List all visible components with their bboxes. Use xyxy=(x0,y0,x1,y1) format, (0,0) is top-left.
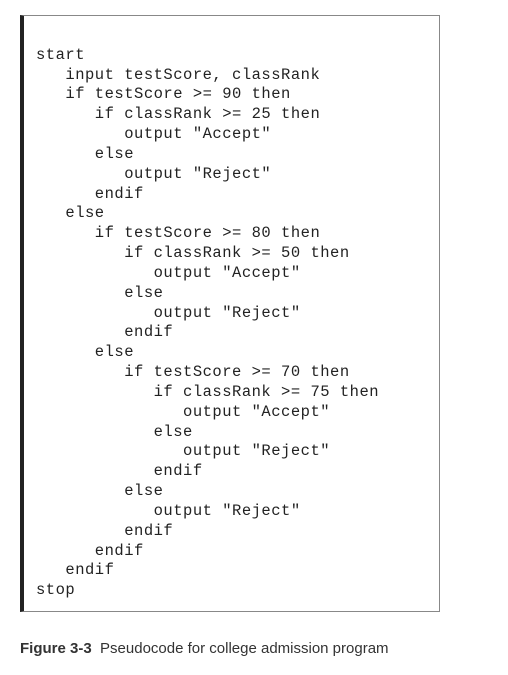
code-line: output "Accept" xyxy=(36,125,271,143)
code-line: else xyxy=(36,423,193,441)
code-line: if testScore >= 90 then xyxy=(36,85,291,103)
code-line: output "Accept" xyxy=(36,403,330,421)
figure-caption-text: Pseudocode for college admission program xyxy=(100,640,389,657)
code-line: output "Reject" xyxy=(36,165,271,183)
code-line: output "Reject" xyxy=(36,502,301,520)
code-line: endif xyxy=(36,561,114,579)
code-line: endif xyxy=(36,185,144,203)
code-line: stop xyxy=(36,581,75,599)
code-line: else xyxy=(36,482,163,500)
code-line: endif xyxy=(36,542,144,560)
figure-label: Figure 3-3 xyxy=(20,640,92,657)
code-line: else xyxy=(36,145,134,163)
pseudocode-box: start input testScore, classRank if test… xyxy=(20,15,440,612)
code-line: input testScore, classRank xyxy=(36,66,320,84)
code-line: else xyxy=(36,343,134,361)
code-line: output "Reject" xyxy=(36,442,330,460)
code-line: endif xyxy=(36,522,173,540)
code-line: else xyxy=(36,284,163,302)
code-line: endif xyxy=(36,462,203,480)
code-line: start xyxy=(36,46,85,64)
code-line: endif xyxy=(36,323,173,341)
code-line: if classRank >= 50 then xyxy=(36,244,350,262)
code-line: output "Reject" xyxy=(36,304,301,322)
code-line: if testScore >= 80 then xyxy=(36,224,320,242)
code-line: if testScore >= 70 then xyxy=(36,363,350,381)
code-line: else xyxy=(36,204,105,222)
code-line: output "Accept" xyxy=(36,264,301,282)
figure-caption: Figure 3-3 Pseudocode for college admiss… xyxy=(20,640,488,657)
code-line: if classRank >= 25 then xyxy=(36,105,320,123)
code-line: if classRank >= 75 then xyxy=(36,383,379,401)
